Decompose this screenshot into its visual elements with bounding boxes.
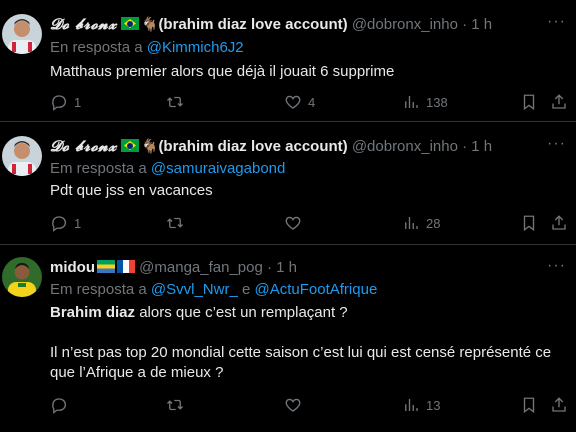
reply-context: En resposta a @Kimmich6J2 — [50, 38, 244, 58]
retweet-icon — [167, 96, 183, 108]
timestamp[interactable]: 1 h — [471, 138, 492, 155]
tweet-1[interactable]: 𝓓𝓸 𝓫𝓻𝓸𝓷𝔁 🐐(brahim diaz love account) @dob… — [0, 0, 576, 122]
tweet-3[interactable]: midou @manga_fan_pog · 1 h ··· Em respos… — [0, 245, 576, 432]
france-flag-icon — [117, 260, 135, 273]
avatar[interactable] — [2, 136, 42, 176]
reply-icon — [52, 398, 67, 414]
more-horizontal-icon[interactable]: ··· — [547, 257, 566, 275]
views-button[interactable]: 138 — [402, 92, 448, 112]
heart-icon — [285, 398, 301, 412]
separator: · — [462, 138, 468, 155]
user-handle[interactable]: @manga_fan_pog — [139, 259, 263, 276]
display-name-suffix[interactable]: (brahim diaz love account) — [158, 138, 347, 155]
views-icon — [405, 217, 418, 229]
tweet-2[interactable]: 𝓓𝓸 𝓫𝓻𝓸𝓷𝔁 🐐(brahim diaz love account) @dob… — [0, 122, 576, 245]
like-button[interactable]: 4 — [284, 92, 315, 112]
reply-context: Em resposta a @samuraivagabond — [50, 159, 285, 179]
retweet-button[interactable] — [166, 395, 190, 415]
tweet-header: midou @manga_fan_pog · 1 h — [50, 258, 576, 278]
bookmark-button[interactable] — [520, 213, 538, 233]
reply-prefix: Em resposta a — [50, 281, 147, 298]
mention-link[interactable]: @ActuFootAfrique — [255, 281, 378, 298]
like-count: 4 — [308, 94, 316, 110]
reply-button[interactable] — [50, 395, 74, 415]
retweet-icon — [167, 399, 183, 411]
bookmark-icon — [523, 94, 535, 111]
user-handle[interactable]: @dobronx_inho — [352, 138, 458, 155]
separator: · — [462, 16, 468, 33]
goat-icon: 🐐 — [141, 138, 159, 154]
reply-count: 1 — [74, 215, 82, 231]
action-bar: 13 — [50, 395, 566, 415]
mention-joiner: e — [241, 281, 251, 298]
bookmark-button[interactable] — [520, 395, 538, 415]
bookmark-button[interactable] — [520, 92, 538, 112]
retweet-button[interactable] — [166, 92, 190, 112]
share-button[interactable] — [550, 395, 568, 415]
like-button[interactable] — [284, 395, 308, 415]
mention-link[interactable]: @Svvl_Nwr_ — [151, 281, 238, 298]
mention-link[interactable]: @Kimmich6J2 — [147, 39, 244, 56]
like-button[interactable] — [284, 213, 308, 233]
goat-icon: 🐐 — [141, 16, 159, 32]
view-count: 138 — [426, 94, 448, 110]
avatar[interactable] — [2, 257, 42, 297]
reply-count: 1 — [74, 94, 82, 110]
tweet-text-paragraph: Il n’est pas top 20 mondial cette saison… — [50, 344, 552, 381]
reply-context: Em resposta a @Svvl_Nwr_ e @ActuFootAfri… — [50, 280, 377, 300]
user-handle[interactable]: @dobronx_inho — [352, 16, 458, 33]
views-button[interactable]: 13 — [402, 395, 440, 415]
tweet-text-rest: alors que c’est un remplaçant ? — [135, 304, 348, 321]
display-name[interactable]: 𝓓𝓸 𝓫𝓻𝓸𝓷𝔁 — [50, 137, 117, 155]
mention-link[interactable]: @samuraivagabond — [151, 160, 285, 177]
view-count: 13 — [426, 397, 441, 413]
share-icon — [552, 397, 566, 412]
display-name[interactable]: 𝓓𝓸 𝓫𝓻𝓸𝓷𝔁 — [50, 15, 117, 33]
display-name[interactable]: midou — [50, 259, 95, 276]
heart-icon — [285, 95, 301, 109]
views-icon — [405, 96, 418, 108]
reply-icon — [52, 216, 67, 232]
tweet-text: Brahim diaz alors que c’est un remplaçan… — [50, 303, 562, 323]
reply-prefix: En resposta a — [50, 39, 143, 56]
reply-prefix: Em resposta a — [50, 160, 147, 177]
share-icon — [552, 215, 566, 230]
tweet-header: 𝓓𝓸 𝓫𝓻𝓸𝓷𝔁 🐐(brahim diaz love account) @dob… — [50, 136, 576, 156]
heart-icon — [285, 216, 301, 230]
reply-icon — [52, 95, 67, 111]
view-count: 28 — [426, 215, 441, 231]
retweet-icon — [167, 217, 183, 229]
bookmark-icon — [523, 215, 535, 232]
more-horizontal-icon[interactable]: ··· — [547, 135, 566, 153]
display-name-suffix[interactable]: (brahim diaz love account) — [158, 16, 347, 33]
tweet-text: Matthaus premier alors que déjà il jouai… — [50, 63, 395, 80]
brazil-flag-icon — [121, 17, 139, 30]
more-horizontal-icon[interactable]: ··· — [547, 13, 566, 31]
views-button[interactable]: 28 — [402, 213, 440, 233]
avatar[interactable] — [2, 14, 42, 54]
timestamp[interactable]: 1 h — [276, 259, 297, 276]
tweet-text: Pdt que jss en vacances — [50, 182, 213, 199]
share-icon — [552, 94, 566, 109]
separator: · — [267, 259, 272, 276]
tweet-text-bold: Brahim diaz — [50, 304, 136, 321]
share-button[interactable] — [550, 213, 568, 233]
views-icon — [405, 399, 418, 411]
gabon-flag-icon — [97, 260, 115, 273]
reply-button[interactable]: 1 — [50, 92, 81, 112]
tweet-header: 𝓓𝓸 𝓫𝓻𝓸𝓷𝔁 🐐(brahim diaz love account) @dob… — [50, 14, 576, 34]
bookmark-icon — [523, 397, 535, 414]
reply-button[interactable]: 1 — [50, 213, 81, 233]
retweet-button[interactable] — [166, 213, 190, 233]
brazil-flag-icon — [121, 139, 139, 152]
action-bar: 1 4 138 — [50, 92, 566, 112]
timestamp[interactable]: 1 h — [471, 16, 492, 33]
action-bar: 1 28 — [50, 213, 566, 233]
share-button[interactable] — [550, 92, 568, 112]
